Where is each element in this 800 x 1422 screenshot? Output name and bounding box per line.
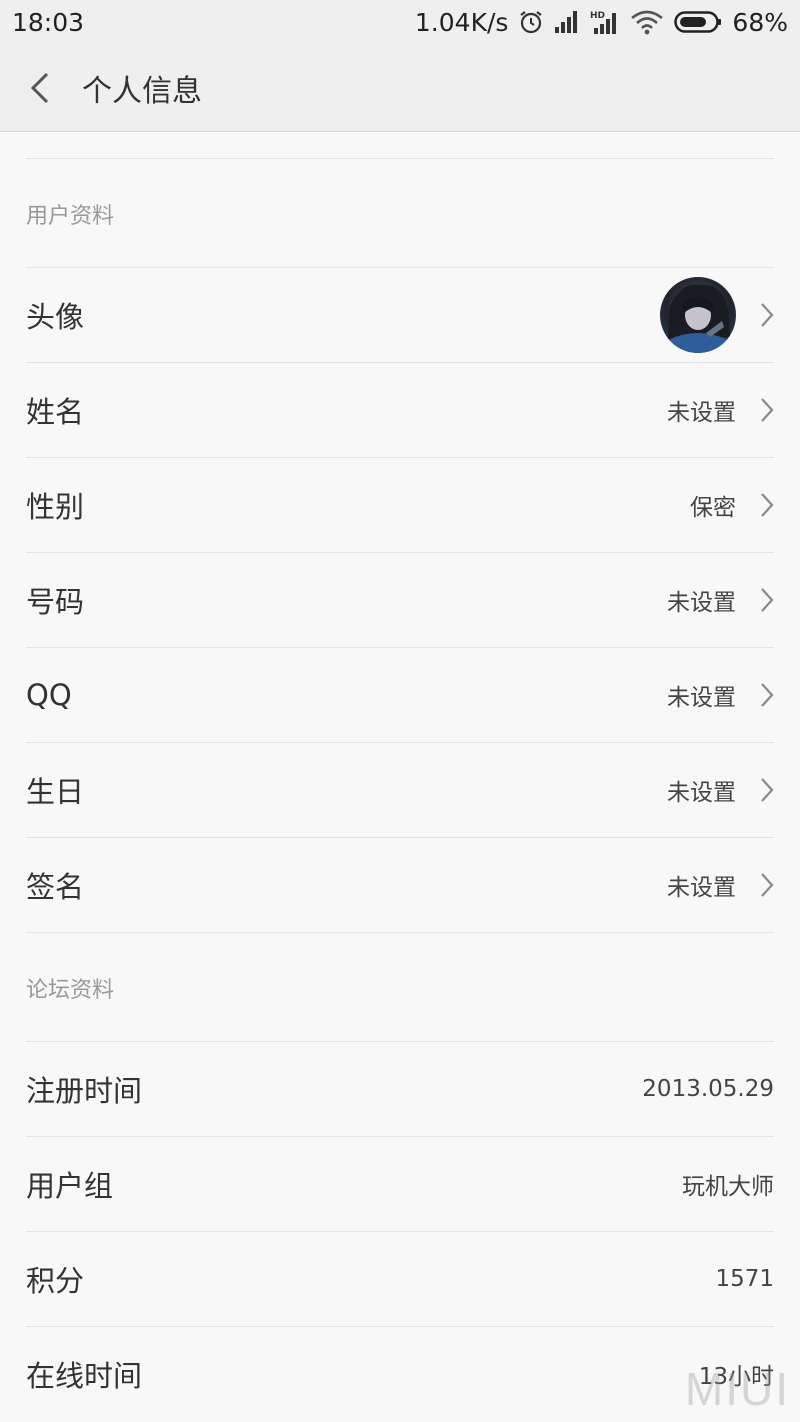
row-label: 生日 xyxy=(26,775,85,809)
row-value: 保密 xyxy=(690,495,736,521)
section-header-user: 用户资料 xyxy=(26,204,115,229)
chevron-right-icon xyxy=(760,872,774,898)
row-value: 未设置 xyxy=(667,875,736,901)
net-speed: 1.04K/s xyxy=(414,7,509,37)
row-birthday[interactable]: 生日 未设置 xyxy=(26,742,774,837)
row-phone[interactable]: 号码 未设置 xyxy=(26,552,774,647)
row-label: 姓名 xyxy=(26,395,85,429)
wifi-icon xyxy=(630,9,664,35)
svg-text:HD: HD xyxy=(590,11,605,21)
section-header-forum: 论坛资料 xyxy=(26,978,115,1003)
row-user-group: 用户组 玩机大师 xyxy=(26,1136,774,1231)
content: 用户资料 头像 姓名 未设置 性别 保密 号码 未设置 QQ 未设置 生日 未设… xyxy=(0,133,800,1421)
alarm-icon xyxy=(518,9,544,35)
row-points: 积分 1571 xyxy=(26,1231,774,1326)
status-time: 18:03 xyxy=(12,7,85,37)
status-icons: 1.04K/s HD 68% xyxy=(415,8,788,37)
row-label: 头像 xyxy=(26,300,85,334)
row-value: 未设置 xyxy=(667,590,736,616)
row-name[interactable]: 姓名 未设置 xyxy=(26,362,774,457)
row-value: 玩机大师 xyxy=(682,1174,774,1200)
row-value: 1571 xyxy=(715,1266,774,1292)
row-signature[interactable]: 签名 未设置 xyxy=(26,837,774,932)
battery-percent: 68% xyxy=(732,7,788,37)
chevron-left-icon xyxy=(29,71,51,105)
chevron-right-icon xyxy=(760,682,774,708)
row-label: 性别 xyxy=(26,490,85,524)
page-title: 个人信息 xyxy=(82,73,202,109)
row-label: 积分 xyxy=(26,1264,85,1298)
row-value: 2013.05.29 xyxy=(642,1076,774,1102)
status-bar: 18:03 1.04K/s HD 68% xyxy=(0,0,800,44)
row-qq[interactable]: QQ 未设置 xyxy=(26,647,774,742)
avatar xyxy=(660,277,736,353)
row-label: 号码 xyxy=(26,585,85,619)
row-label: 签名 xyxy=(26,870,85,904)
chevron-right-icon xyxy=(760,492,774,518)
chevron-right-icon xyxy=(760,587,774,613)
row-label: QQ xyxy=(26,678,72,712)
chevron-right-icon xyxy=(760,397,774,423)
row-label: 在线时间 xyxy=(26,1359,143,1393)
row-register-time: 注册时间 2013.05.29 xyxy=(26,1041,774,1136)
chevron-right-icon xyxy=(760,777,774,803)
hd-signal-icon: HD xyxy=(590,9,620,35)
row-online-time: 在线时间 13小时 xyxy=(26,1326,774,1421)
signal-icon xyxy=(554,10,580,34)
back-button[interactable] xyxy=(0,44,80,132)
watermark: MIUI xyxy=(684,1363,790,1415)
row-value: 未设置 xyxy=(667,780,736,806)
title-bar: 个人信息 xyxy=(0,44,800,132)
chevron-right-icon xyxy=(760,302,774,328)
row-label: 用户组 xyxy=(26,1169,114,1203)
row-avatar[interactable]: 头像 xyxy=(26,267,774,362)
row-value: 未设置 xyxy=(667,400,736,426)
battery-icon xyxy=(674,10,722,34)
row-value: 未设置 xyxy=(667,685,736,711)
row-gender[interactable]: 性别 保密 xyxy=(26,457,774,552)
row-label: 注册时间 xyxy=(26,1074,143,1108)
